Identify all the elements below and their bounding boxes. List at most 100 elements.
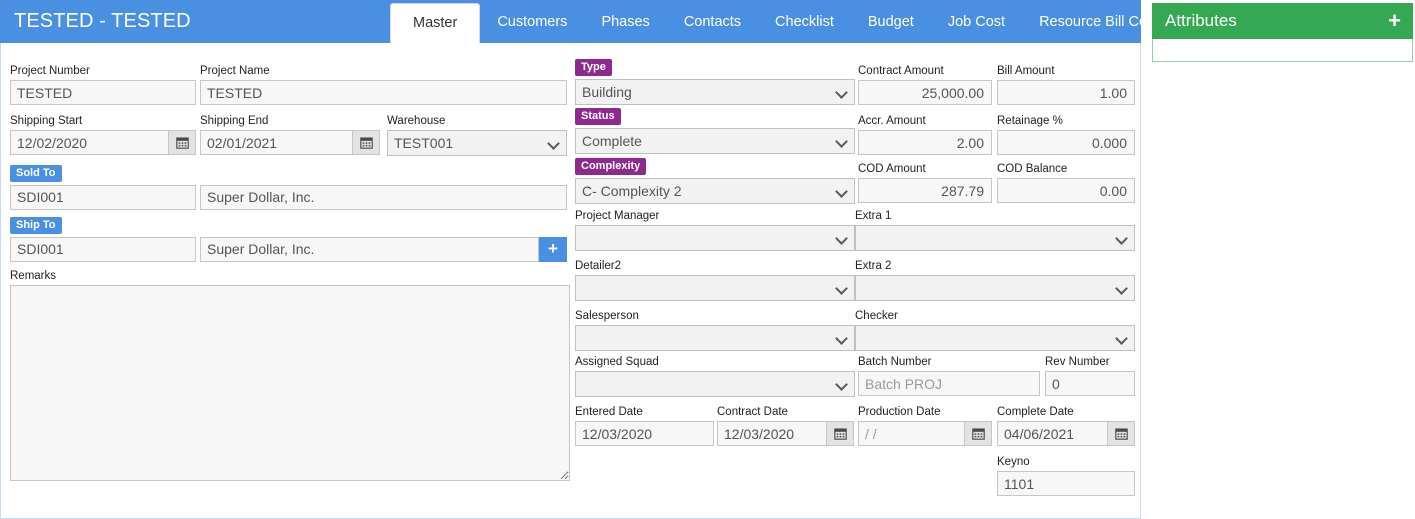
master-form-panel: Project Number TESTED Project Name TESTE… bbox=[0, 43, 1141, 519]
project-manager-select[interactable] bbox=[575, 225, 855, 251]
accr-amount-label: Accr. Amount bbox=[858, 115, 926, 127]
attributes-panel: Attributes + bbox=[1152, 3, 1413, 62]
complete-date-input[interactable]: 04/06/2021 bbox=[997, 421, 1107, 446]
batch-number-label: Batch Number bbox=[858, 356, 932, 368]
status-badge[interactable]: Status bbox=[575, 107, 621, 125]
shipping-end-input[interactable]: 02/01/2021 bbox=[200, 130, 352, 155]
batch-number-input[interactable]: Batch PROJ bbox=[858, 371, 1040, 396]
tab-phases[interactable]: Phases bbox=[584, 0, 666, 43]
attributes-list[interactable] bbox=[1152, 39, 1413, 62]
field-shipping-end: Shipping End 02/01/2021 bbox=[200, 115, 380, 155]
project-number-input[interactable]: TESTED bbox=[10, 80, 196, 105]
salesperson-select[interactable] bbox=[575, 325, 855, 351]
tab-customers[interactable]: Customers bbox=[480, 0, 584, 43]
field-type: Type Building bbox=[575, 57, 855, 105]
field-assigned-squad: Assigned Squad bbox=[575, 356, 855, 397]
field-extra2: Extra 2 bbox=[855, 260, 1135, 301]
shipping-end-calendar-icon[interactable] bbox=[352, 130, 380, 155]
production-date-input[interactable]: / / bbox=[858, 421, 964, 446]
type-select[interactable]: Building bbox=[575, 78, 855, 105]
field-retainage-pct: Retainage % 0.000 bbox=[997, 115, 1135, 155]
keyno-label: Keyno bbox=[997, 456, 1030, 468]
add-ship-to-icon[interactable]: + bbox=[539, 236, 567, 262]
production-date-calendar-icon[interactable] bbox=[964, 421, 992, 446]
add-attribute-icon[interactable]: + bbox=[1388, 10, 1401, 32]
status-select[interactable]: Complete bbox=[575, 127, 855, 154]
field-batch-number: Batch Number Batch PROJ bbox=[858, 356, 1040, 396]
field-bill-amount: Bill Amount 1.00 bbox=[997, 65, 1135, 105]
chevron-down-icon bbox=[1116, 282, 1128, 294]
complexity-badge[interactable]: Complexity bbox=[575, 157, 647, 175]
remarks-textarea[interactable] bbox=[10, 285, 570, 481]
field-rev-number: Rev Number 0 bbox=[1045, 356, 1135, 396]
bill-amount-label: Bill Amount bbox=[997, 65, 1055, 77]
extra2-select[interactable] bbox=[855, 275, 1135, 301]
tab-bar: Master Customers Phases Contacts Checkli… bbox=[390, 0, 1187, 43]
chevron-down-icon bbox=[1116, 332, 1128, 344]
contract-date-input[interactable]: 12/03/2020 bbox=[717, 421, 826, 446]
extra1-label: Extra 1 bbox=[855, 210, 892, 222]
field-detailer2: Detailer2 bbox=[575, 260, 855, 301]
field-ship-to: Ship To SDI001 Super Dollar, Inc. + bbox=[10, 215, 567, 262]
detailer2-label: Detailer2 bbox=[575, 260, 622, 272]
ship-to-code-input[interactable]: SDI001 bbox=[10, 236, 196, 262]
chevron-down-icon bbox=[836, 185, 848, 197]
chevron-down-icon bbox=[836, 332, 848, 344]
tab-master[interactable]: Master bbox=[390, 3, 481, 43]
field-shipping-start: Shipping Start 12/02/2020 bbox=[10, 115, 196, 155]
field-cod-balance: COD Balance 0.00 bbox=[997, 163, 1135, 203]
ship-to-name-input[interactable]: Super Dollar, Inc. bbox=[200, 236, 539, 262]
complete-date-calendar-icon[interactable] bbox=[1107, 421, 1135, 446]
shipping-start-input[interactable]: 12/02/2020 bbox=[10, 130, 168, 155]
accr-amount-input[interactable]: 2.00 bbox=[858, 130, 992, 155]
project-name-input[interactable]: TESTED bbox=[200, 80, 567, 105]
shipping-start-label: Shipping Start bbox=[10, 115, 83, 127]
remarks-label: Remarks bbox=[10, 270, 57, 282]
assigned-squad-select[interactable] bbox=[575, 371, 855, 397]
complexity-select[interactable]: C- Complexity 2 bbox=[575, 177, 855, 204]
field-checker: Checker bbox=[855, 310, 1135, 351]
field-project-number: Project Number TESTED bbox=[10, 65, 196, 105]
tab-checklist[interactable]: Checklist bbox=[758, 0, 851, 43]
chevron-down-icon bbox=[548, 137, 560, 149]
field-contract-amount: Contract Amount 25,000.00 bbox=[858, 65, 992, 105]
keyno-input[interactable]: 1101 bbox=[997, 471, 1135, 496]
field-contract-date: Contract Date 12/03/2020 bbox=[717, 406, 854, 446]
field-status: Status Complete bbox=[575, 106, 855, 154]
field-complete-date: Complete Date 04/06/2021 bbox=[997, 406, 1135, 446]
field-project-manager: Project Manager bbox=[575, 210, 855, 251]
contract-amount-input[interactable]: 25,000.00 bbox=[858, 80, 992, 105]
cod-amount-label: COD Amount bbox=[858, 163, 926, 175]
contract-date-label: Contract Date bbox=[717, 406, 788, 418]
entered-date-input[interactable]: 12/03/2020 bbox=[575, 421, 714, 446]
field-entered-date: Entered Date 12/03/2020 bbox=[575, 406, 714, 446]
retainage-pct-input[interactable]: 0.000 bbox=[997, 130, 1135, 155]
cod-amount-input[interactable]: 287.79 bbox=[858, 178, 992, 203]
chevron-down-icon bbox=[836, 232, 848, 244]
extra1-select[interactable] bbox=[855, 225, 1135, 251]
tab-budget[interactable]: Budget bbox=[851, 0, 931, 43]
extra2-label: Extra 2 bbox=[855, 260, 892, 272]
rev-number-input[interactable]: 0 bbox=[1045, 371, 1135, 396]
warehouse-select[interactable]: TEST001 bbox=[387, 130, 567, 156]
field-extra1: Extra 1 bbox=[855, 210, 1135, 251]
shipping-start-calendar-icon[interactable] bbox=[168, 130, 196, 155]
page-title: TESTED - TESTED bbox=[14, 10, 191, 32]
bill-amount-input[interactable]: 1.00 bbox=[997, 80, 1135, 105]
detailer2-select[interactable] bbox=[575, 275, 855, 301]
warehouse-label: Warehouse bbox=[387, 115, 446, 127]
tab-job-cost[interactable]: Job Cost bbox=[931, 0, 1022, 43]
field-complexity: Complexity C- Complexity 2 bbox=[575, 156, 855, 204]
tab-contacts[interactable]: Contacts bbox=[667, 0, 758, 43]
sold-to-name-input[interactable]: Super Dollar, Inc. bbox=[200, 184, 567, 210]
field-project-name: Project Name TESTED bbox=[200, 65, 567, 105]
type-badge[interactable]: Type bbox=[575, 58, 612, 76]
complexity-value: C- Complexity 2 bbox=[582, 182, 682, 199]
sold-to-code-input[interactable]: SDI001 bbox=[10, 184, 196, 210]
sold-to-badge[interactable]: Sold To bbox=[10, 164, 62, 182]
checker-select[interactable] bbox=[855, 325, 1135, 351]
ship-to-badge[interactable]: Ship To bbox=[10, 216, 62, 234]
type-value: Building bbox=[582, 83, 632, 100]
cod-balance-input[interactable]: 0.00 bbox=[997, 178, 1135, 203]
contract-date-calendar-icon[interactable] bbox=[826, 421, 854, 446]
